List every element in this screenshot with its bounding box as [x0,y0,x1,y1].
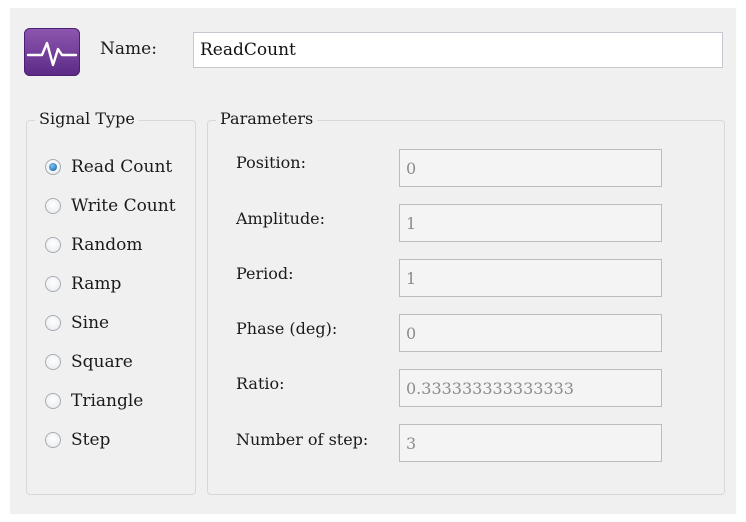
radio-sine[interactable]: Sine [45,311,109,335]
radio-button[interactable] [45,159,61,175]
radio-triangle[interactable]: Triangle [45,389,143,413]
radio-button[interactable] [45,432,61,448]
radio-label: Square [71,352,133,372]
radio-button[interactable] [45,393,61,409]
number-of-step-field[interactable] [399,424,662,462]
amplitude-label: Amplitude: [236,209,326,228]
phase-label: Phase (deg): [236,319,338,338]
period-field[interactable] [399,259,662,297]
radio-button[interactable] [45,354,61,370]
position-label: Position: [236,153,306,172]
radio-label: Random [71,235,143,255]
radio-step[interactable]: Step [45,428,110,452]
parameters-title: Parameters [216,109,318,128]
radio-label: Write Count [71,196,176,216]
radio-read-count[interactable]: Read Count [45,155,172,179]
radio-label: Step [71,430,111,450]
radio-random[interactable]: Random [45,233,143,257]
radio-ramp[interactable]: Ramp [45,272,121,296]
radio-label: Triangle [71,391,144,411]
phase-field[interactable] [399,314,662,352]
ratio-label: Ratio: [236,374,285,393]
radio-button[interactable] [45,276,61,292]
amplitude-field[interactable] [399,204,662,242]
parameters-group: Parameters Position: Amplitude: Period: … [207,109,725,495]
radio-button[interactable] [45,237,61,253]
number-of-step-label: Number of step: [236,430,369,449]
period-label: Period: [236,264,294,283]
radio-square[interactable]: Square [45,350,133,374]
position-field[interactable] [399,149,662,187]
signal-type-group: Signal Type Read Count Write Count Rando… [26,109,196,495]
radio-label: Ramp [71,274,122,294]
radio-write-count[interactable]: Write Count [45,194,176,218]
signal-waveform-icon [24,28,80,76]
radio-label: Sine [71,313,110,333]
name-label: Name: [100,39,157,59]
name-input[interactable] [193,32,723,68]
radio-button[interactable] [45,198,61,214]
radio-button[interactable] [45,315,61,331]
radio-label: Read Count [71,157,173,177]
ratio-field[interactable] [399,369,662,407]
signal-type-title: Signal Type [35,109,139,128]
